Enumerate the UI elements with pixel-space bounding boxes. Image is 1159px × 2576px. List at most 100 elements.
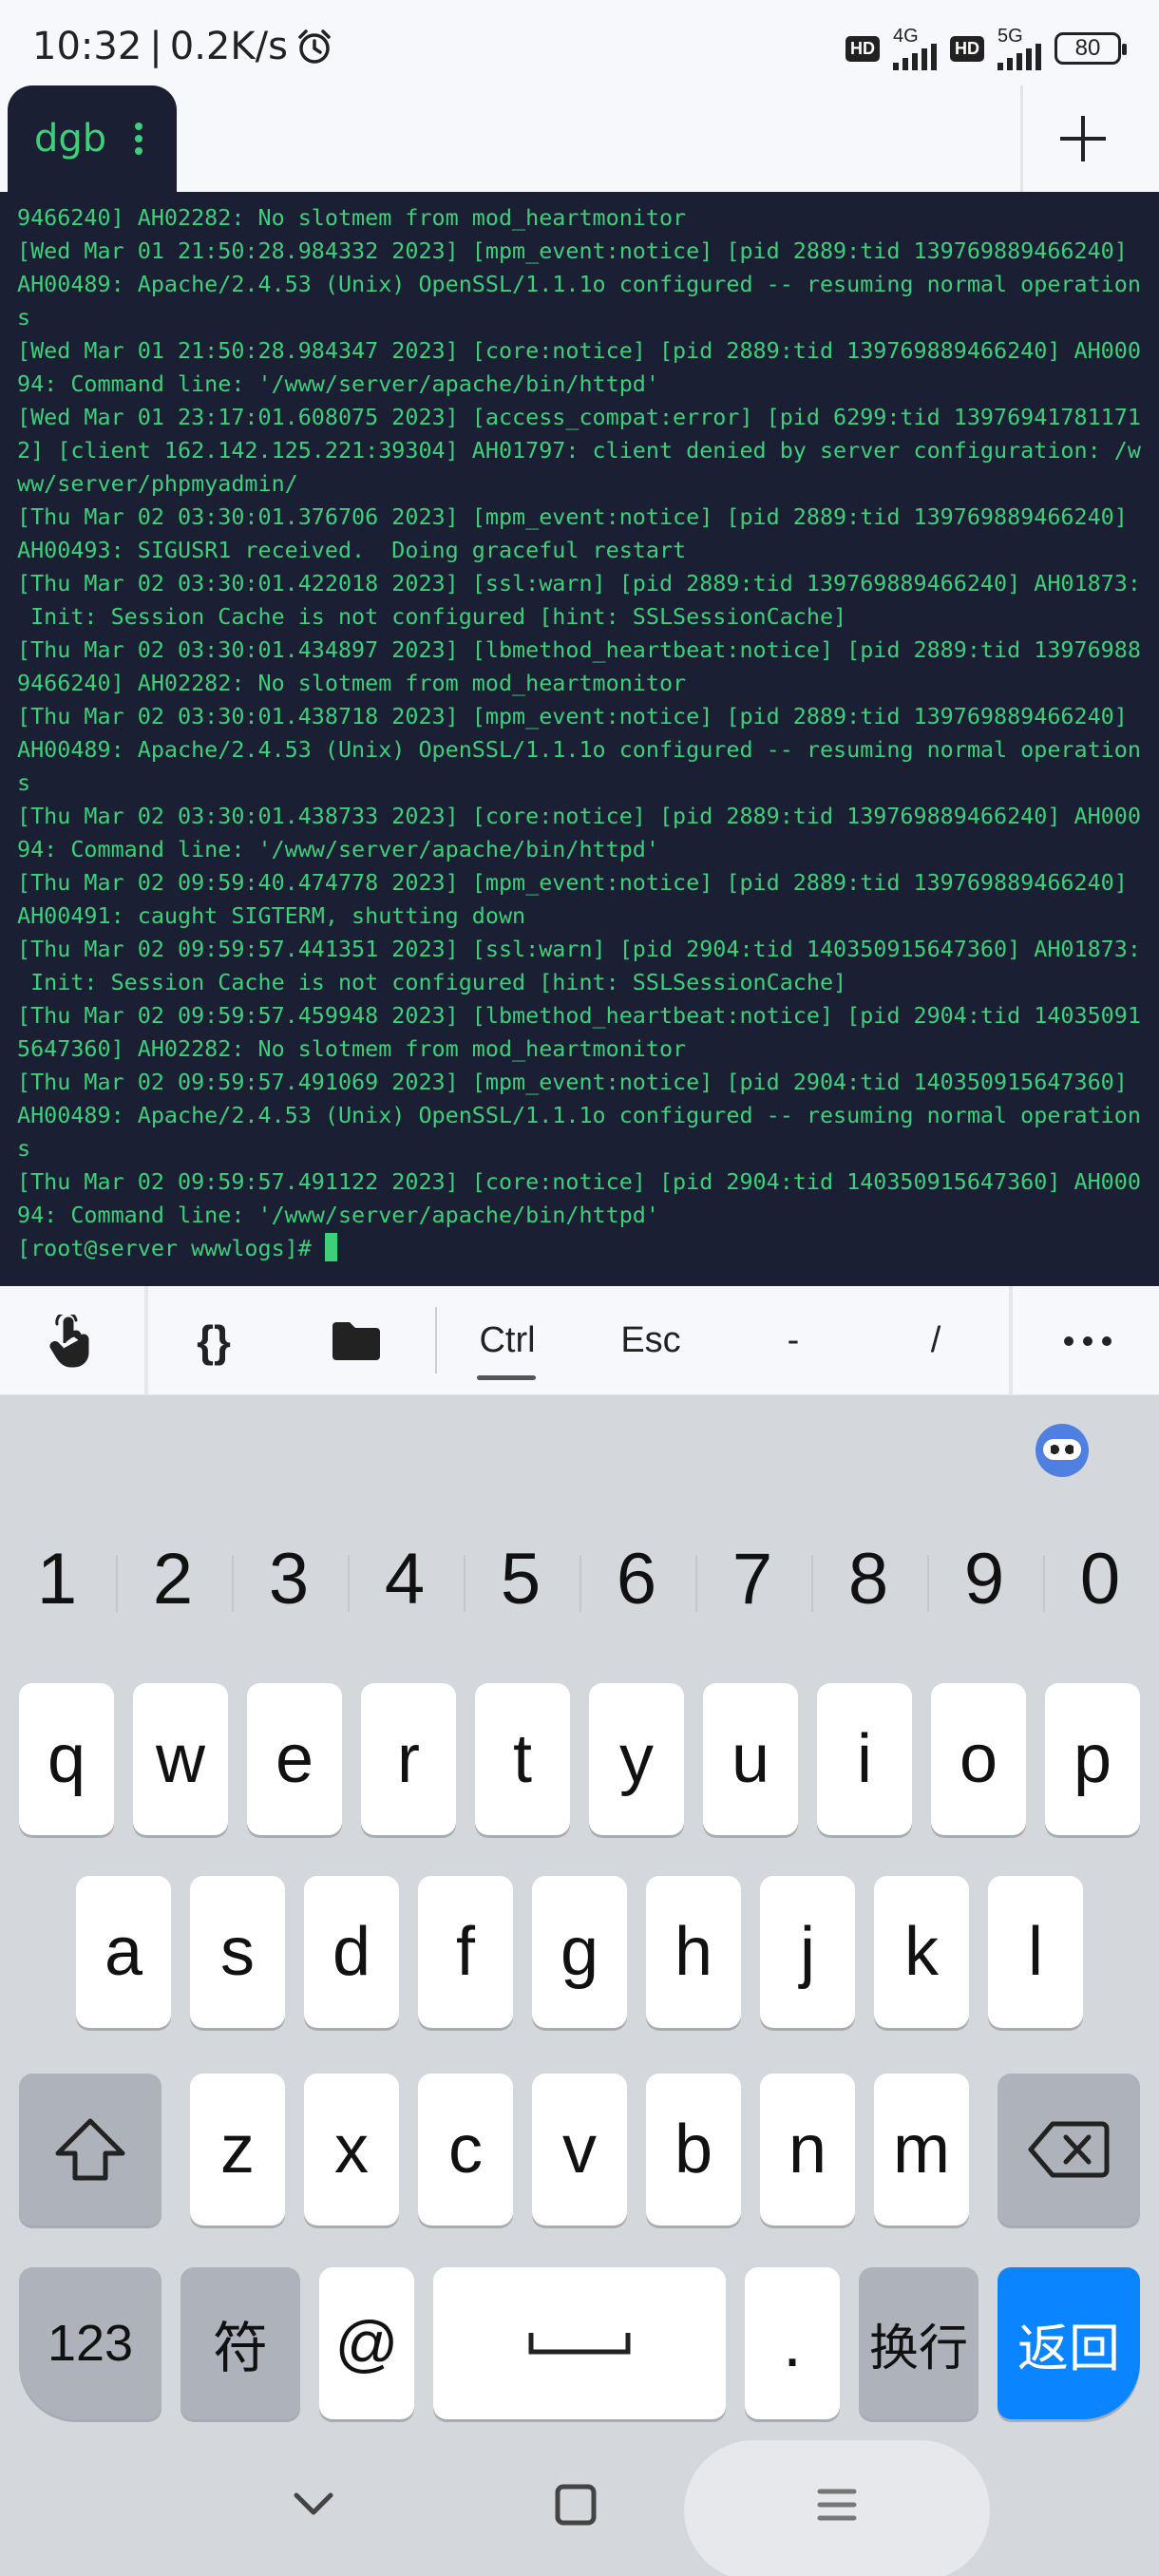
network-type-4g: 4G	[893, 26, 919, 47]
slash-label: /	[930, 1320, 941, 1360]
session-tab-dgb[interactable]: dgb	[8, 85, 177, 192]
terminal-line: [Thu Mar 02 09:59:57.459948 2023] [lbmet…	[17, 1002, 1141, 1029]
terminal-line: [Thu Mar 02 03:30:01.376706 2023] [mpm_e…	[17, 503, 1128, 530]
esc-label: Esc	[620, 1320, 681, 1360]
number-mode-key[interactable]: 123	[19, 2267, 162, 2419]
slash-key[interactable]: /	[874, 1286, 998, 1395]
key-4[interactable]: 4	[357, 1538, 452, 1620]
newline-key[interactable]: 换行	[859, 2267, 978, 2419]
key-8[interactable]: 8	[821, 1538, 916, 1620]
esc-key[interactable]: Esc	[589, 1286, 712, 1395]
shift-key[interactable]	[19, 2074, 162, 2226]
key-0[interactable]: 0	[1053, 1538, 1148, 1620]
toolbar-separator	[435, 1307, 437, 1373]
terminal-line: 94: Command line: '/www/server/apache/bi…	[17, 1202, 659, 1228]
key-q[interactable]: q	[19, 1683, 114, 1835]
terminal-line: s	[17, 1135, 31, 1162]
number-separator	[464, 1555, 466, 1612]
key-dot[interactable]: .	[745, 2267, 840, 2419]
number-separator	[927, 1555, 929, 1612]
terminal-line: [Thu Mar 02 09:59:40.474778 2023] [mpm_e…	[17, 869, 1128, 896]
key-at[interactable]: @	[319, 2267, 414, 2419]
key-d[interactable]: d	[304, 1876, 399, 2028]
alarm-clock-icon	[298, 29, 331, 64]
menu-lines-icon[interactable]	[808, 2476, 865, 2533]
key-u[interactable]: u	[703, 1683, 798, 1835]
status-net-speed: 0.2K/s	[169, 25, 288, 68]
snippets-button[interactable]: {}	[152, 1286, 276, 1395]
number-separator	[232, 1555, 234, 1612]
network-type-5g: 5G	[998, 26, 1023, 47]
key-b[interactable]: b	[646, 2074, 741, 2226]
dash-key[interactable]: -	[732, 1286, 855, 1395]
key-e[interactable]: e	[247, 1683, 342, 1835]
key-w[interactable]: w	[133, 1683, 228, 1835]
key-9[interactable]: 9	[937, 1538, 1032, 1620]
terminal-line: s	[17, 769, 31, 796]
chevron-down-icon[interactable]	[285, 2476, 342, 2533]
terminal-line: Init: Session Cache is not configured [h…	[17, 603, 847, 630]
backspace-icon	[1028, 2121, 1110, 2178]
terminal-line: [Wed Mar 01 23:17:01.608075 2023] [acces…	[17, 404, 1141, 430]
key-2[interactable]: 2	[125, 1538, 220, 1620]
more-keys-button[interactable]	[1016, 1286, 1159, 1395]
number-separator	[695, 1555, 697, 1612]
more-dots-icon	[1064, 1335, 1112, 1346]
key-l[interactable]: l	[988, 1876, 1083, 2028]
key-g[interactable]: g	[532, 1876, 627, 2028]
terminal-line: [Wed Mar 01 21:50:28.984332 2023] [mpm_e…	[17, 237, 1128, 264]
terminal-prompt-line: [root@server wwwlogs]#	[17, 1232, 1142, 1265]
number-separator	[580, 1555, 581, 1612]
files-button[interactable]	[294, 1286, 418, 1395]
keyboard-logo-icon[interactable]	[1036, 1424, 1089, 1477]
key-o[interactable]: o	[931, 1683, 1026, 1835]
key-i[interactable]: i	[817, 1683, 912, 1835]
symbol-mode-key[interactable]: 符	[180, 2267, 300, 2419]
terminal-line: 5647360] AH02282: No slotmem from mod_he…	[17, 1035, 687, 1062]
soft-keyboard: 1 2 3 4 5 6 7 8 9 0 q w e r t y u i o p …	[0, 1395, 1159, 2576]
terminal-line: [Thu Mar 02 03:30:01.438718 2023] [mpm_e…	[17, 703, 1128, 729]
key-3[interactable]: 3	[241, 1538, 336, 1620]
terminal-line: [Thu Mar 02 03:30:01.434897 2023] [lbmet…	[17, 636, 1141, 663]
key-z[interactable]: z	[190, 2074, 285, 2226]
space-key[interactable]	[433, 2267, 726, 2419]
key-m[interactable]: m	[874, 2074, 969, 2226]
key-p[interactable]: p	[1045, 1683, 1140, 1835]
backspace-key[interactable]	[998, 2074, 1140, 2226]
terminal-line: [Wed Mar 01 21:50:28.984347 2023] [core:…	[17, 337, 1141, 364]
key-x[interactable]: x	[304, 2074, 399, 2226]
touch-mode-button[interactable]	[0, 1286, 142, 1395]
dash-label: -	[787, 1320, 800, 1360]
battery-indicator: 80	[1054, 32, 1127, 65]
touch-hand-icon	[49, 1314, 89, 1367]
key-f[interactable]: f	[418, 1876, 513, 2028]
square-home-icon[interactable]	[547, 2476, 604, 2533]
key-y[interactable]: y	[589, 1683, 684, 1835]
hd-badge-1: HD	[846, 35, 880, 62]
key-k[interactable]: k	[874, 1876, 969, 2028]
status-separator: |	[149, 25, 162, 68]
key-s[interactable]: s	[190, 1876, 285, 2028]
return-key[interactable]: 返回	[998, 2267, 1140, 2419]
key-a[interactable]: a	[76, 1876, 171, 2028]
key-t[interactable]: t	[475, 1683, 570, 1835]
terminal-output[interactable]: 9466240] AH02282: No slotmem from mod_he…	[0, 192, 1159, 1286]
number-separator	[1043, 1555, 1045, 1612]
key-j[interactable]: j	[760, 1876, 855, 2028]
number-separator	[811, 1555, 813, 1612]
key-5[interactable]: 5	[473, 1538, 568, 1620]
vertical-dots-icon[interactable]	[135, 123, 143, 155]
key-n[interactable]: n	[760, 2074, 855, 2226]
key-7[interactable]: 7	[705, 1538, 800, 1620]
ctrl-label: Ctrl	[479, 1320, 536, 1360]
terminal-line: 9466240] AH02282: No slotmem from mod_he…	[17, 670, 687, 696]
key-1[interactable]: 1	[10, 1538, 104, 1620]
folder-icon	[332, 1321, 380, 1360]
key-h[interactable]: h	[646, 1876, 741, 2028]
key-6[interactable]: 6	[589, 1538, 684, 1620]
key-r[interactable]: r	[361, 1683, 456, 1835]
key-v[interactable]: v	[532, 2074, 627, 2226]
key-c[interactable]: c	[418, 2074, 513, 2226]
plus-icon[interactable]	[1054, 110, 1112, 167]
terminal-line: AH00489: Apache/2.4.53 (Unix) OpenSSL/1.…	[17, 736, 1141, 763]
